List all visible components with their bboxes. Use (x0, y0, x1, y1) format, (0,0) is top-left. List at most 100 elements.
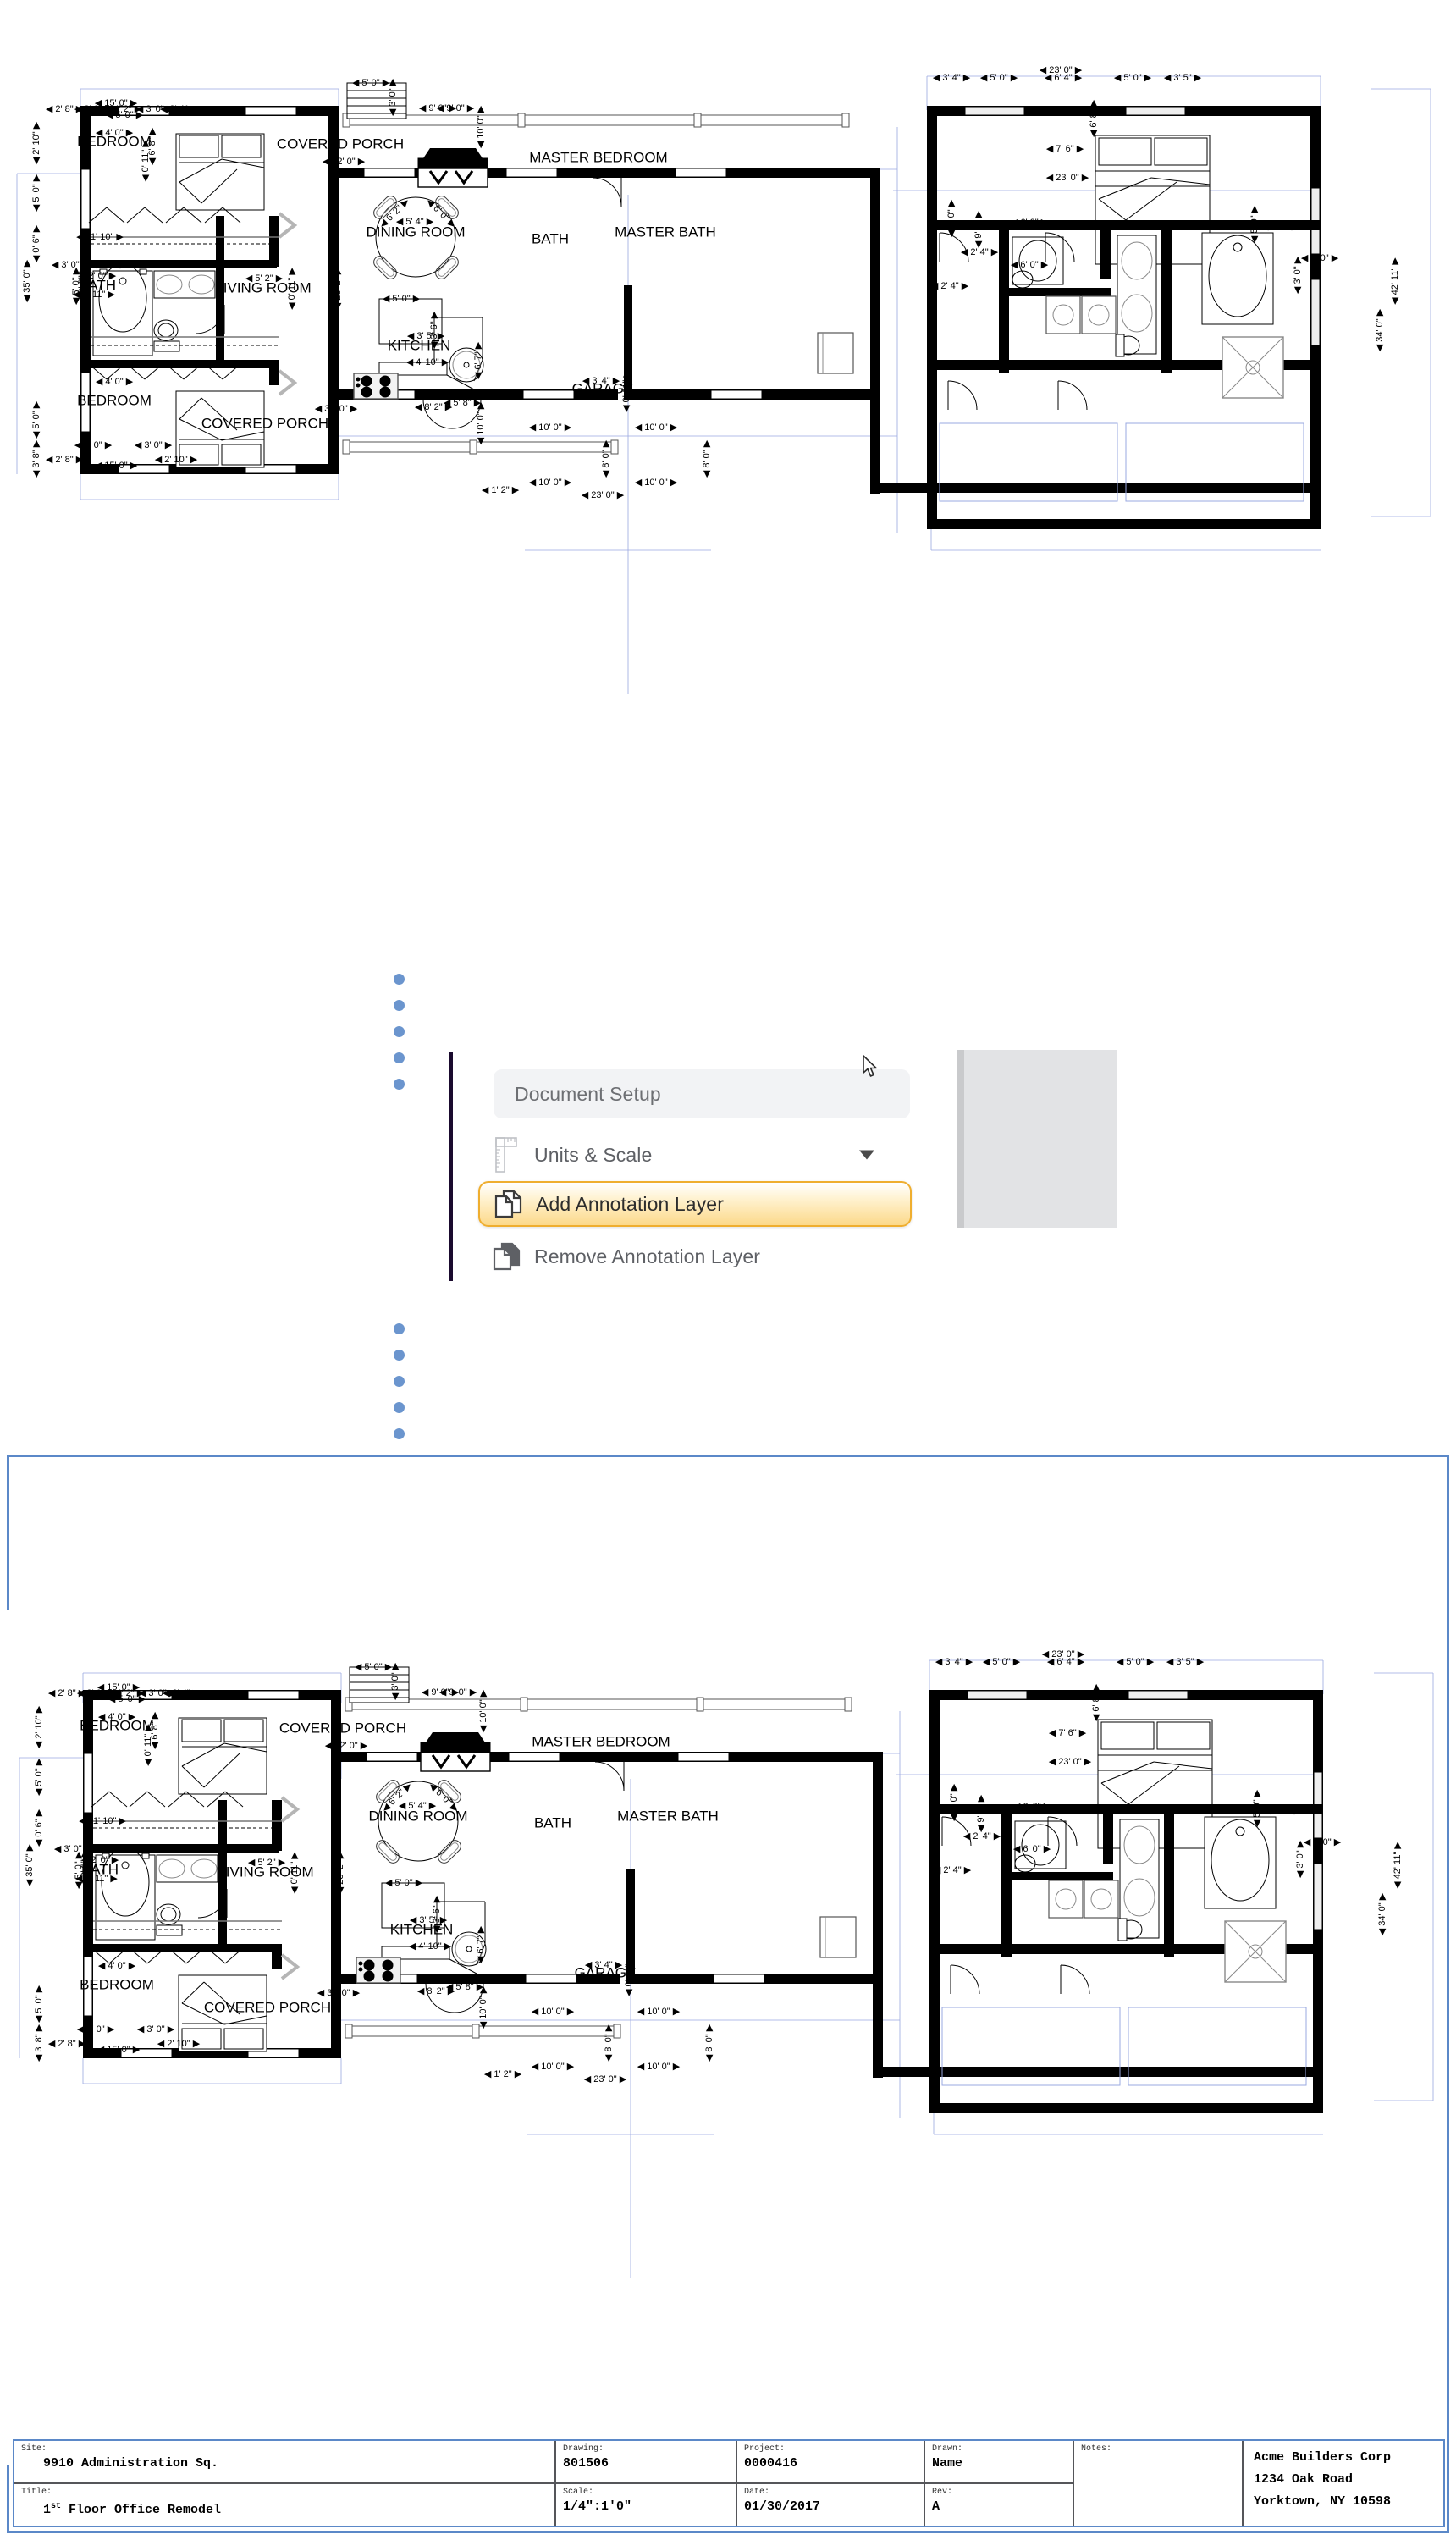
dimension-label: ◀ 2' 8" ▶ (48, 2039, 86, 2049)
dimension-label: ◀ 2' 10" ▶ (31, 121, 41, 164)
dimension-label: ◀ 23' 2" ▶ (333, 267, 343, 310)
separator-dot (394, 1026, 405, 1037)
separator-dots-top (394, 974, 405, 1090)
menu-header: Document Setup (494, 1069, 910, 1118)
room-label: BEDROOM (80, 1976, 154, 1992)
dimension-label: ◀ 10' 0" ▶ (635, 422, 678, 433)
dimension-label: ◀ 5' 9" ▶ (1252, 1789, 1262, 1827)
dimension-label: ◀ 4' 10" ▶ (409, 1941, 452, 1952)
dimension-label: ◀ 32' 0" ▶ (317, 1988, 361, 1998)
room-label: BATH (79, 277, 116, 293)
titleblock-title-value: 1st Floor Office Remodel (43, 2502, 222, 2517)
room-label: MASTER BEDROOM (532, 1733, 670, 1749)
dimension-label: ◀ 6' 4" ▶ (1045, 73, 1083, 83)
dimension-label: ◀ 1' 2" ▶ (484, 2069, 522, 2079)
dimension-label: ◀ 5' 0" ▶ (355, 1662, 393, 1672)
dimension-label: ◀ 4' 0" ▶ (946, 199, 957, 237)
dimension-label: ◀ 2' 4" ▶ (963, 1831, 1001, 1842)
menu-item-label: Add Annotation Layer (536, 1192, 724, 1215)
dimension-label: ◀ 9' 0" ▶ (976, 1794, 986, 1832)
floorplan-drawing-top: ◀ 15' 0" ▶ ◀ 2' 8" ▶ ◀ 3' 0" ▶ ◀ 4' 2" ▶ ◀ 5… (0, 25, 1456, 881)
menu-item-add-annotation-layer[interactable]: Add Annotation Layer (478, 1181, 912, 1227)
dimension-label: ◀ 0' 6" ▶ (34, 1808, 44, 1847)
dimension-label: ◀ 5' 0" ▶ (385, 1878, 423, 1888)
dimension-label: ◀ 5' 0" ▶ (34, 1758, 44, 1796)
dimension-label: ◀ 2' 10" ▶ (34, 1705, 44, 1748)
dimension-label: ◀ 3' 8" ▶ (31, 439, 41, 478)
dimension-label: ◀ 3' 5" ▶ (1164, 73, 1202, 83)
dimension-label: ◀ 4' 10" ▶ (406, 357, 449, 367)
dimension-label: ◀ 10' 0" ▶ (478, 1689, 488, 1732)
separator-dot (394, 1323, 405, 1334)
menu-item-remove-annotation-layer[interactable]: Remove Annotation Layer (478, 1235, 912, 1278)
dimension-label: ◀ 5' 0" ▶ (31, 174, 41, 212)
remove-page-icon (478, 1241, 534, 1272)
dimension-label: ◀ 23' 0" ▶ (1046, 173, 1089, 183)
titleblock-project: Project: 0000416 (737, 2441, 924, 2484)
side-panel-placeholder (957, 1050, 1117, 1228)
dimension-label: ◀ 6' 0" ▶ (92, 1844, 130, 1854)
dimension-label: ◀ 7' 6" ▶ (1046, 144, 1084, 154)
dimension-label: ◀ 10' 0" ▶ (637, 2007, 681, 2017)
menu-item-units-scale[interactable]: Units & Scale (478, 1134, 912, 1176)
dimension-label: ◀ 3' 3" ▶ (1264, 1806, 1302, 1816)
room-label: BATH (532, 230, 569, 246)
dimension-label: ◀ 3' 0" ▶ (74, 440, 113, 450)
dimension-label: ◀ 3' 0" ▶ (1295, 1840, 1305, 1878)
dimension-label: ◀ 6' 7" ▶ (476, 1925, 486, 1963)
room-label: COVERED PORCH (279, 1720, 406, 1736)
dimension-label: ◀ 15' 0" ▶ (97, 2045, 141, 2055)
room-label: MASTER BATH (617, 1808, 719, 1824)
room-label: BEDROOM (77, 392, 152, 408)
floorplan-drawing-bottom: ◀ 15' 0" ▶ ◀ 2' 8" ▶ ◀ 3' 0" ▶ ◀ 4' 2" ▶ ◀ 5… (3, 1610, 1445, 2465)
dimension-label: ◀ 6' 0" ▶ (1011, 218, 1049, 228)
dimension-label: ◀ 4' 0" ▶ (98, 1961, 136, 1971)
titleblock-title: Title: 1st Floor Office Remodel (14, 2484, 554, 2526)
dimension-label: ◀ 23' 0" ▶ (582, 490, 625, 500)
room-label: MASTER BEDROOM (529, 149, 667, 165)
dimension-label: ◀ 32' 0" ▶ (325, 1741, 368, 1751)
dimension-label: ◀ 3' 0" ▶ (1301, 253, 1339, 263)
dimension-label: ◀ 5' 0" ▶ (34, 1985, 44, 2023)
dimension-label: ◀ 6' 8" ▶ (1091, 1683, 1101, 1721)
dimension-label: ◀ 34' 0" ▶ (1377, 1892, 1387, 1935)
document-setup-menu: Document Setup Units & Scale Add Annotat… (449, 1052, 940, 1281)
dimension-label: ◀ 10' 0" ▶ (476, 401, 486, 444)
room-label: KITCHEN (388, 337, 451, 353)
dimension-label: ◀ 8' 0" ▶ (702, 439, 712, 478)
dimension-label: ◀ 6' 0" ▶ (1013, 1802, 1051, 1812)
title-block: Site: 9910 Administration Sq. Title: 1st… (13, 2439, 1445, 2527)
titleblock-drawing: Drawing: 801506 (556, 2441, 736, 2484)
dimension-label: ◀ 3' 0" ▶ (137, 2024, 175, 2035)
room-label: LIVING ROOM (215, 279, 311, 295)
separator-dot (394, 1428, 405, 1439)
ruler-icon (478, 1137, 534, 1173)
dimension-label: ◀ 23' 0" ▶ (1049, 1757, 1092, 1767)
room-label: BATH (81, 1861, 119, 1877)
dimension-label: ◀ 42' 11" ▶ (1390, 257, 1400, 305)
separator-dot (394, 1000, 405, 1011)
dimension-label: ◀ 3' 0" ▶ (54, 1844, 92, 1854)
titleblock-scale: Scale: 1/4":1'0" (563, 2488, 632, 2514)
dimension-label: ◀ 42' 11" ▶ (1393, 1842, 1403, 1889)
dimension-label: ◀ 7' 6" ▶ (1049, 1728, 1087, 1738)
dimension-label: ◀ 1' 6" ▶ (1212, 221, 1250, 231)
dimension-label: ◀ 8' 0" ▶ (604, 2024, 614, 2062)
dimension-label: ◀ 2' 4" ▶ (931, 281, 969, 291)
room-label: MASTER BATH (615, 224, 716, 240)
dimension-label: ◀ 11' 10" ▶ (76, 232, 124, 242)
dimension-label: ◀ 35' 0" ▶ (25, 1843, 35, 1886)
separator-dots-bottom (394, 1323, 405, 1439)
dimension-label: ◀ 4' 0" ▶ (949, 1783, 959, 1821)
dimension-label: ◀ 3' 4" ▶ (933, 73, 971, 83)
titleblock-drawn: Drawn: Name (925, 2441, 1073, 2484)
dimension-label: ◀ 2' 10" ▶ (155, 455, 198, 465)
titleblock-date: Date: 01/30/2017 (744, 2488, 821, 2514)
room-label: GARAGE (575, 1964, 637, 1980)
dimension-label: ◀ 0' 7" ▶ (179, 106, 218, 116)
dimension-label: ◀ 3' 0" ▶ (77, 2024, 115, 2035)
drawing-sheet: ◀ 15' 0" ▶ ◀ 2' 8" ▶ ◀ 3' 0" ▶ ◀ 4' 2" ▶ ◀ 5… (3, 1455, 1449, 2533)
dimension-label: ◀ 6' 7" ▶ (473, 341, 483, 379)
room-label: COVERED PORCH (204, 1999, 331, 2015)
dimension-label: ◀ 1' 2" ▶ (482, 485, 520, 495)
